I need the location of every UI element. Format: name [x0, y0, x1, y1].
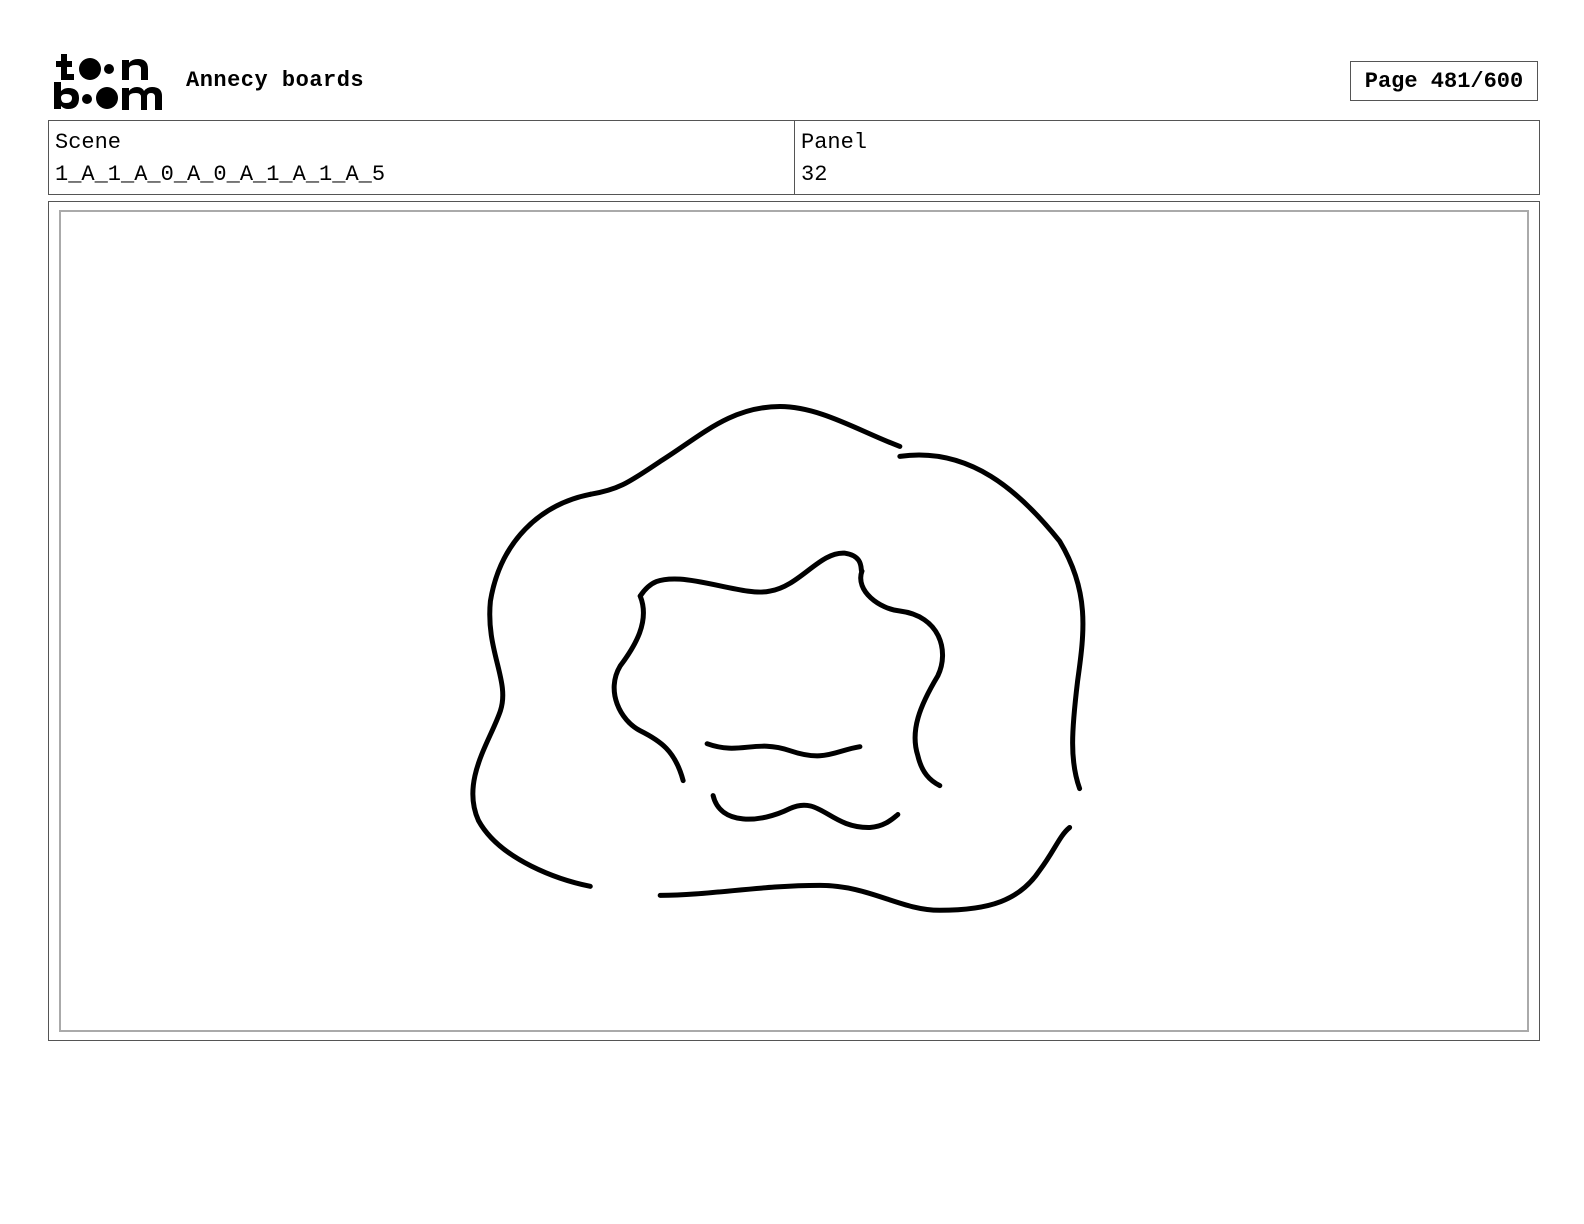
scene-value: 1_A_1_A_0_A_0_A_1_A_1_A_5 — [55, 162, 386, 187]
panel-label: Panel — [801, 130, 868, 155]
storyboard-panel-image — [59, 210, 1529, 1032]
scene-cell: Scene 1_A_1_A_0_A_0_A_1_A_1_A_5 — [49, 121, 794, 194]
document-title: Annecy boards — [186, 68, 365, 93]
panel-cell: Panel 32 — [794, 121, 1539, 194]
outer-top-stroke — [587, 404, 903, 497]
mouth-line-upper — [704, 741, 863, 759]
outer-contour-stroke — [470, 491, 593, 889]
panel-sketch — [470, 404, 1086, 913]
outer-bottom-stroke — [657, 825, 1073, 913]
storyboard-panel-frame — [48, 201, 1540, 1041]
inner-right-stroke — [858, 568, 946, 789]
scene-panel-info-table: Scene 1_A_1_A_0_A_0_A_1_A_1_A_5 Panel 32 — [48, 120, 1540, 195]
toon-boom-logo — [52, 52, 164, 112]
page-counter: Page 481/600 — [1350, 61, 1538, 101]
inner-left-stroke — [611, 593, 686, 784]
mouth-line-lower — [710, 793, 901, 830]
inner-contour-stroke — [637, 550, 865, 599]
scene-label: Scene — [55, 130, 122, 155]
panel-value: 32 — [801, 162, 828, 187]
